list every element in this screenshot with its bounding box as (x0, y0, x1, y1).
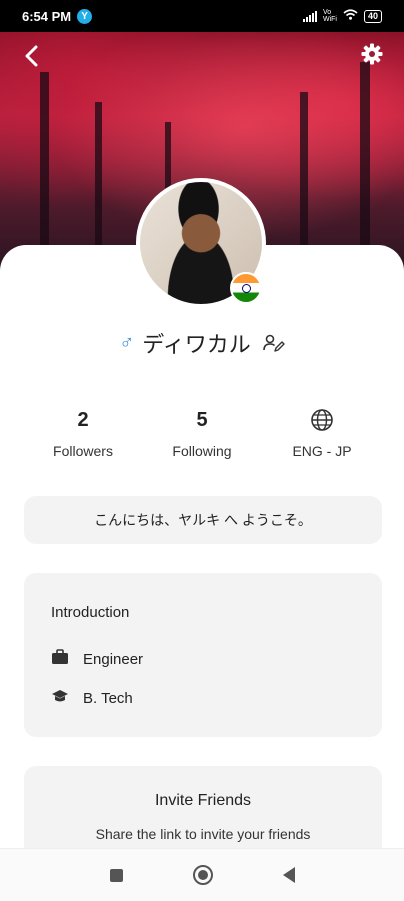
status-bar: 6:54 PM Y Vo WiFi 40 (0, 0, 404, 32)
app-notification-icon: Y (77, 8, 93, 24)
wifi-icon (343, 9, 358, 23)
followers-label: Followers (53, 443, 113, 459)
back-nav-button[interactable] (282, 867, 295, 883)
following-stat[interactable]: 5 Following (142, 407, 262, 459)
system-navigation-bar (0, 848, 404, 901)
signal-icon (302, 10, 317, 22)
male-gender-icon: ♂ (119, 331, 135, 354)
edit-profile-icon[interactable] (262, 333, 285, 353)
greeting-text: こんにちは、ヤルキ へ ようこそ。 (94, 512, 312, 528)
invite-title: Invite Friends (154, 792, 252, 809)
home-button[interactable] (192, 865, 213, 885)
globe-icon (262, 407, 382, 433)
network-type-label: Vo WiFi (322, 9, 337, 23)
india-flag-icon (230, 272, 262, 304)
graduation-cap-icon (51, 688, 69, 708)
status-left: 6:54 PM Y (22, 8, 93, 24)
battery-icon: 40 (363, 9, 382, 23)
introduction-title: Introduction (51, 604, 130, 621)
status-right: Vo WiFi 40 (302, 9, 382, 23)
profile-name-row: ♂ ディワカル (0, 327, 404, 359)
language-stat[interactable]: ENG - JP (262, 407, 382, 459)
occupation-label: Engineer (83, 650, 144, 668)
introduction-card: Introduction Engineer B. Tech (24, 573, 382, 737)
language-label: ENG - JP (292, 443, 352, 459)
intro-item-education: B. Tech (51, 688, 133, 708)
following-label: Following (172, 443, 232, 459)
status-time: 6:54 PM (22, 8, 72, 24)
greeting-banner: こんにちは、ヤルキ へ ようこそ。 (24, 496, 382, 544)
followers-stat[interactable]: 2 Followers (23, 407, 143, 459)
profile-name: ディワカル (142, 332, 251, 357)
back-button[interactable] (18, 42, 46, 70)
briefcase-icon (51, 649, 69, 669)
settings-gear-icon[interactable] (358, 40, 386, 68)
invite-subtitle: Share the link to invite your friends (95, 826, 311, 842)
following-count: 5 (196, 409, 208, 431)
education-label: B. Tech (83, 689, 133, 707)
recents-button[interactable] (109, 868, 123, 882)
intro-item-occupation: Engineer (51, 649, 143, 669)
followers-count: 2 (77, 409, 89, 431)
